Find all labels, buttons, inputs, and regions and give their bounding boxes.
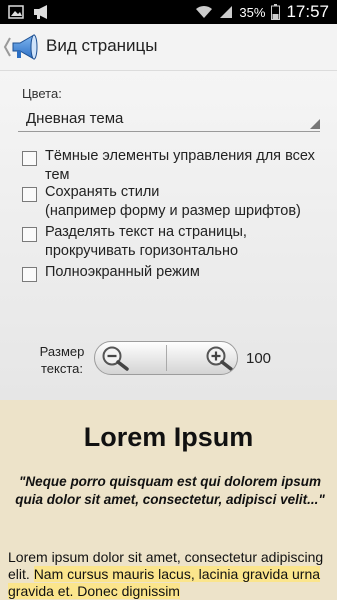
clock: 17:57 [286,2,329,21]
text-size-label: Размер текста: [39,344,85,376]
text-size-zoom-control [94,341,238,375]
megaphone-notification-icon [34,5,47,19]
fullscreen-checkbox[interactable] [22,267,37,282]
battery-percent: 35% [239,4,266,20]
fullscreen-label: Полноэкранный режим [45,264,200,280]
paginate-label: Разделять текст на страницы, прокручиват… [45,224,247,259]
text-size-value: 100 [246,350,272,367]
settings-panel: Цвета: Дневная тема Тёмные элементы упра… [0,71,337,400]
colors-label: Цвета: [22,86,62,101]
dark-controls-label: Тёмные элементы управления для всех тем [45,148,315,183]
wifi-icon [196,5,213,18]
page-title: Вид страницы [46,36,158,55]
preview-title: Lorem Ipsum [83,422,254,452]
status-bar: 35% 17:57 [0,0,337,24]
keep-styles-label: Сохранять стили (например форму и размер… [45,184,301,219]
preview-body: Lorem ipsum dolor sit amet, consectetur … [8,549,337,600]
battery-icon [271,4,281,20]
gallery-notification-icon [8,5,24,19]
action-bar: Вид страницы [0,24,337,71]
spinner-triangle-icon [310,119,320,129]
preview-body-highlight: Nam cursus mauris lacus, lacinia gravida… [8,566,321,599]
zoom-out-icon [102,346,129,371]
paginate-checkbox[interactable] [22,227,37,242]
zoom-in-button[interactable] [165,342,237,374]
theme-spinner-value: Дневная тема [26,110,124,127]
theme-spinner[interactable]: Дневная тема [18,107,320,132]
text-preview: Lorem Ipsum "Neque porro quisquam est qu… [0,400,337,600]
dark-controls-checkbox[interactable] [22,151,37,166]
zoom-in-icon [206,346,233,371]
signal-icon [220,6,233,18]
megaphone-app-icon[interactable] [10,32,40,62]
preview-quote: "Neque porro quisquam est qui dolorem ip… [15,474,325,507]
zoom-out-button[interactable] [95,342,167,374]
keep-styles-checkbox[interactable] [22,187,37,202]
